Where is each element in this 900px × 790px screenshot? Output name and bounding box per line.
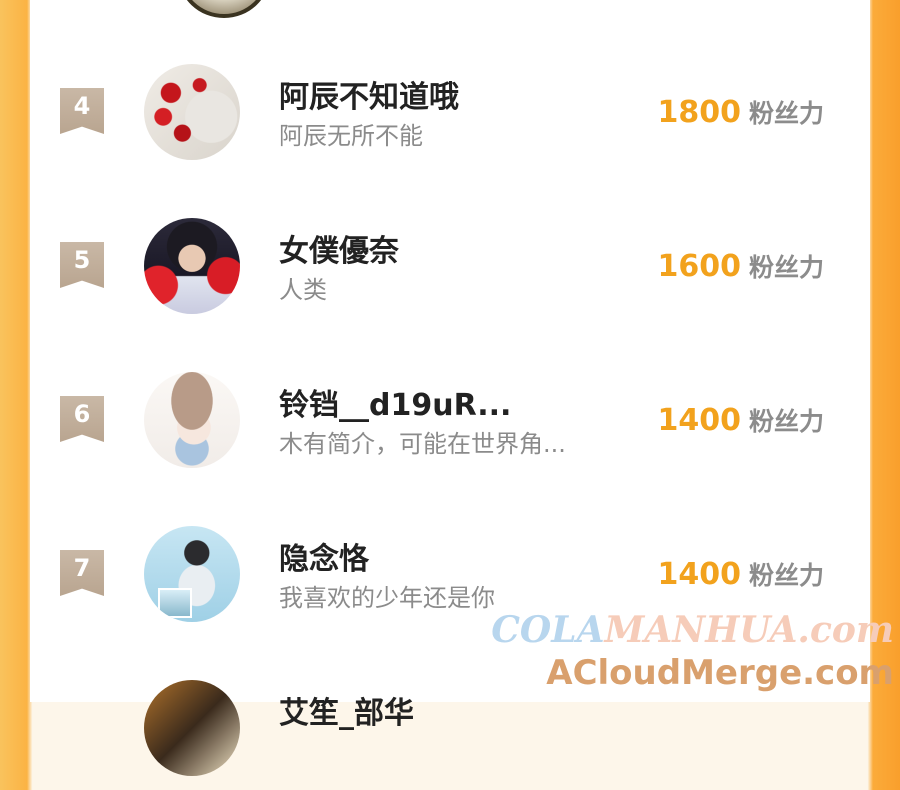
fan-power-score: 1800 粉丝力	[657, 94, 824, 130]
avatar[interactable]	[144, 218, 240, 314]
user-name[interactable]: 阿辰不知道哦	[279, 72, 459, 116]
fan-power-score: 1600 粉丝力	[657, 248, 824, 284]
user-bio: 阿辰无所不能	[279, 122, 423, 150]
fan-power-score: 1400 粉丝力	[657, 556, 824, 592]
score-value: 1600	[657, 249, 741, 284]
watermark-line-1: COLAMANHUA.com	[491, 609, 894, 651]
score-unit: 粉丝力	[748, 561, 824, 590]
rank-badge: 7	[60, 550, 104, 596]
fan-power-score: 1400 粉丝力	[657, 402, 824, 438]
avatar[interactable]	[144, 372, 240, 468]
ranking-row[interactable]: 5 女僕優奈 人类 1600 粉丝力	[30, 218, 870, 328]
avatar[interactable]	[144, 680, 240, 776]
user-bio: 木有简介，可能在世界角...	[279, 430, 566, 458]
score-unit: 粉丝力	[748, 99, 824, 128]
ranking-row[interactable]: 艾笙_部华	[30, 680, 870, 790]
avatar[interactable]	[178, 0, 270, 18]
score-value: 1400	[657, 557, 741, 592]
rank-badge: 6	[60, 396, 104, 442]
rank-badge: 5	[60, 242, 104, 288]
user-bio: 我喜欢的少年还是你	[279, 584, 495, 612]
score-value: 1800	[657, 95, 741, 130]
user-name[interactable]: 隐念恪	[279, 534, 369, 578]
user-bio: 人类	[279, 276, 327, 304]
score-unit: 粉丝力	[748, 253, 824, 282]
ranking-row[interactable]: 4 阿辰不知道哦 阿辰无所不能 1800 粉丝力	[30, 64, 870, 174]
avatar[interactable]	[144, 64, 240, 160]
score-unit: 粉丝力	[748, 407, 824, 436]
site-watermark: COLAMANHUA.com ACloudMerge.com	[491, 612, 894, 690]
ranking-row[interactable]: 6 铃铛__d19uR... 木有简介，可能在世界角... 1400 粉丝力	[30, 372, 870, 482]
user-name[interactable]: 艾笙_部华	[279, 688, 414, 732]
score-value: 1400	[657, 403, 741, 438]
avatar[interactable]	[144, 526, 240, 622]
user-name[interactable]: 女僕優奈	[279, 226, 399, 270]
watermark-line-2: ACloudMerge.com	[546, 653, 894, 693]
user-name[interactable]: 铃铛__d19uR...	[279, 380, 511, 424]
ranking-panel: 4 阿辰不知道哦 阿辰无所不能 1800 粉丝力 5 女僕優奈 人类 1600 粉丝…	[30, 0, 870, 776]
rank-badge: 4	[60, 88, 104, 134]
